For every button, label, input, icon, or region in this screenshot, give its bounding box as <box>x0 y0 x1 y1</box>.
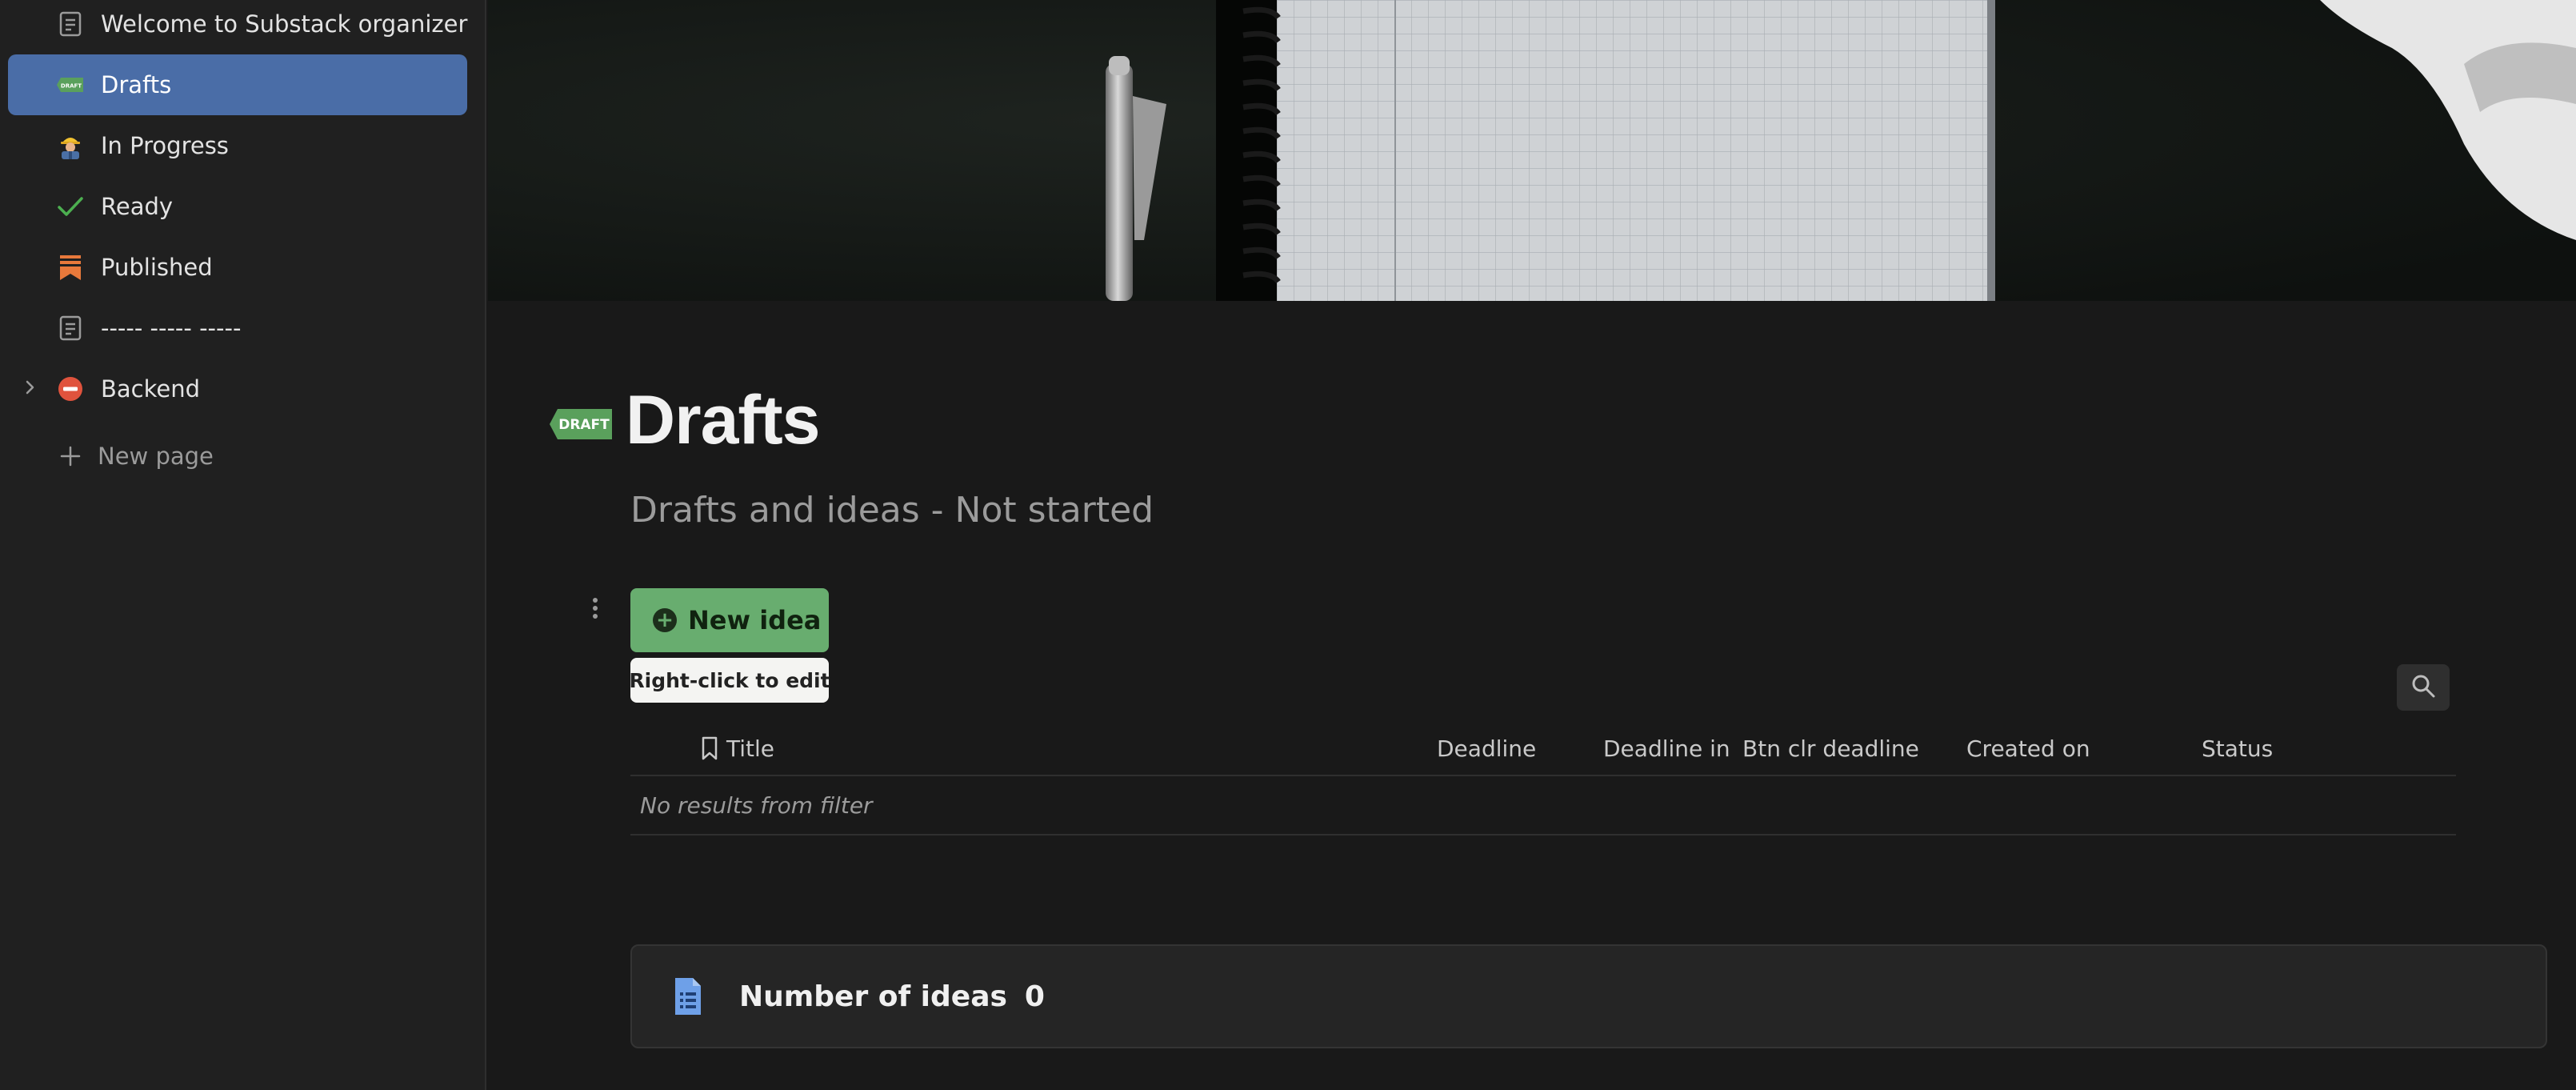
sidebar-item-welcome[interactable]: Welcome to Substack organizer <box>8 0 467 54</box>
search-icon <box>2410 673 2436 702</box>
new-page-button[interactable]: New page <box>8 426 467 487</box>
construction-worker-icon <box>54 130 86 162</box>
new-idea-button[interactable]: + New idea <box>630 588 829 652</box>
page-icon <box>54 8 86 40</box>
page-icon <box>54 312 86 344</box>
document-icon <box>672 976 704 1016</box>
sidebar-item-label: Welcome to Substack organizer <box>101 10 468 38</box>
sidebar-item-label: Backend <box>101 375 201 403</box>
page-title-icon[interactable]: DRAFT <box>548 384 615 464</box>
svg-text:DRAFT: DRAFT <box>61 83 82 90</box>
draft-tag-icon: DRAFT <box>54 69 86 101</box>
tooltip: Right-click to edit <box>629 658 830 703</box>
main-content: DRAFT Drafts Drafts and ideas - Not star… <box>488 0 2576 1090</box>
new-idea-label: New idea <box>688 605 822 635</box>
sidebar-item-in-progress[interactable]: In Progress <box>8 115 467 176</box>
plus-circle-icon: + <box>653 608 677 632</box>
sidebar-item-drafts[interactable]: DRAFT Drafts <box>8 54 467 115</box>
plus-icon <box>54 440 86 472</box>
page-subtitle[interactable]: Drafts and ideas - Not started <box>630 490 1154 531</box>
column-header-created-on[interactable]: Created on <box>1966 720 2090 776</box>
bookmark-outline-icon <box>701 736 718 760</box>
chevron-right-icon[interactable] <box>21 379 40 400</box>
sidebar: Welcome to Substack organizer DRAFT Draf… <box>0 0 486 1090</box>
table-header: Title Deadline Deadline in Btn clr deadl… <box>630 720 2456 776</box>
column-header-title[interactable]: Title <box>701 720 774 776</box>
stat-value: 0 <box>1024 980 1045 1013</box>
checkmark-icon <box>54 190 86 222</box>
column-header-deadline-in[interactable]: Deadline in <box>1603 720 1730 776</box>
sidebar-item-ready[interactable]: Ready <box>8 176 467 237</box>
draft-tag-text: DRAFT <box>558 417 610 433</box>
column-header-btn-clr-deadline[interactable]: Btn clr deadline <box>1742 720 1919 776</box>
search-button[interactable] <box>2397 664 2450 711</box>
stat-label: Number of ideas <box>739 980 1007 1013</box>
drag-handle-icon[interactable] <box>587 592 603 624</box>
sidebar-item-published[interactable]: Published <box>8 237 467 298</box>
cover-image[interactable] <box>488 0 2576 301</box>
column-header-deadline[interactable]: Deadline <box>1437 720 1536 776</box>
new-page-label: New page <box>98 443 214 470</box>
page-title[interactable]: Drafts <box>626 381 821 460</box>
sidebar-item-backend[interactable]: Backend <box>8 359 467 419</box>
sidebar-item-separator-page[interactable]: ----- ----- ----- <box>8 298 467 359</box>
column-header-status[interactable]: Status <box>2202 720 2273 776</box>
sidebar-item-label: Drafts <box>101 71 172 98</box>
bookmark-icon <box>54 251 86 283</box>
sidebar-item-label: Published <box>101 254 213 281</box>
sidebar-item-label: ----- ----- ----- <box>101 315 242 342</box>
sidebar-item-label: In Progress <box>101 132 229 159</box>
empty-results-row: No results from filter <box>630 776 2456 836</box>
no-entry-icon <box>54 373 86 405</box>
sidebar-item-label: Ready <box>101 193 174 220</box>
stat-card: Number of ideas 0 <box>630 944 2547 1048</box>
